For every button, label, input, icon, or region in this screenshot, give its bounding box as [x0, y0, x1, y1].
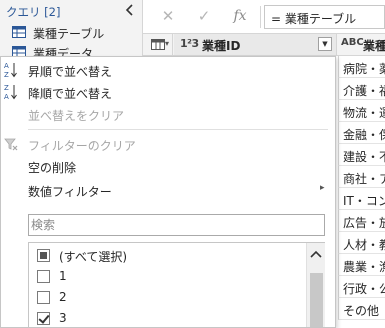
submenu-arrow-icon: ▸: [320, 183, 325, 193]
table-icon: [151, 39, 165, 50]
svg-text:Z: Z: [4, 71, 9, 79]
filter-value-list: (すべて選択) 1 2 3: [28, 242, 325, 327]
value-item[interactable]: 2: [37, 288, 287, 308]
value-item[interactable]: 1: [37, 267, 287, 287]
select-all-checkbox[interactable]: [37, 249, 50, 262]
sort-ascending-icon: A Z: [4, 62, 17, 79]
queries-title: クエリ [2]: [6, 5, 61, 19]
chevron-down-icon: ▾: [165, 39, 170, 48]
column-2-cells: 病院・薬 介護・福 物流・運 金融・保 建設・不 商社・ア IT・コンピ 広告・…: [338, 56, 385, 320]
table-cell[interactable]: その他: [338, 298, 385, 320]
value-label: 3: [59, 311, 67, 325]
value-checkbox[interactable]: [37, 312, 50, 325]
value-list-scrollbar[interactable]: [306, 243, 325, 327]
cancel-formula-icon[interactable]: ✕: [155, 5, 181, 27]
menu-item-label: フィルターのクリア: [28, 139, 136, 153]
table-cell[interactable]: 建設・不: [338, 144, 385, 166]
value-label: 1: [59, 269, 67, 283]
table-cell[interactable]: 金融・保: [338, 122, 385, 144]
table-cell[interactable]: 介護・福: [338, 78, 385, 100]
filter-search-box[interactable]: [28, 214, 325, 236]
menu-item-label: 数値フィルター: [28, 185, 112, 199]
table-cell[interactable]: 行政・公: [338, 276, 385, 298]
value-checkbox[interactable]: [37, 270, 50, 283]
value-label: 2: [59, 290, 67, 304]
value-checkbox[interactable]: [37, 291, 50, 304]
value-select-all[interactable]: (すべて選択): [37, 246, 287, 266]
formula-text: = 業種テーブル: [271, 12, 357, 26]
column-name: 業種: [363, 39, 385, 53]
query-item-label: 業種テーブル: [33, 27, 105, 41]
column-filter-menu: A Z 昇順で並べ替え Z A 降順で並べ替え 並べ替えをクリア フィルターのク…: [0, 56, 336, 328]
filter-dropdown-button[interactable]: ▼: [318, 37, 332, 51]
formula-input[interactable]: = 業種テーブル: [264, 5, 385, 29]
menu-item-label: 空の削除: [28, 161, 77, 175]
table-cell[interactable]: 農業・漁: [338, 254, 385, 276]
table-cell[interactable]: 商社・ア: [338, 166, 385, 188]
menu-sort-ascending[interactable]: A Z 昇順で並べ替え: [1, 59, 335, 81]
whole-number-type-icon[interactable]: 1²3: [180, 37, 199, 50]
table-cell[interactable]: 病院・薬: [338, 56, 385, 78]
value-label: (すべて選択): [59, 250, 128, 264]
svg-text:A: A: [4, 93, 9, 101]
query-item-business-table[interactable]: 業種テーブル: [0, 22, 143, 42]
scroll-up-icon[interactable]: [310, 249, 322, 259]
svg-text:A: A: [4, 62, 9, 70]
table-cell[interactable]: 人材・教: [338, 232, 385, 254]
column-name: 業種ID: [202, 39, 241, 53]
menu-clear-filter[interactable]: フィルターのクリア: [1, 133, 335, 155]
table-icon: [12, 26, 26, 38]
sort-descending-icon: Z A: [4, 84, 17, 101]
table-cell[interactable]: 物流・運: [338, 100, 385, 122]
filter-search-input[interactable]: [31, 217, 321, 233]
divider: [260, 6, 261, 28]
table-cell[interactable]: 広告・放: [338, 210, 385, 232]
menu-sort-descending[interactable]: Z A 降順で並べ替え: [1, 81, 335, 103]
fx-icon[interactable]: fx: [227, 5, 253, 27]
menu-remove-empty[interactable]: 空の削除: [1, 155, 335, 177]
menu-number-filters[interactable]: 数値フィルター ▸: [1, 179, 335, 201]
svg-text:Z: Z: [4, 84, 9, 92]
table-cell[interactable]: IT・コンピ: [338, 188, 385, 210]
column-header-row: ▾ 1²3 業種ID ▼ ABC 業種: [143, 34, 385, 56]
menu-item-label: 並べ替えをクリア: [28, 109, 125, 123]
menu-clear-sort[interactable]: 並べ替えをクリア: [1, 103, 335, 125]
scroll-thumb[interactable]: [310, 273, 323, 327]
queries-header: クエリ [2]: [0, 0, 143, 22]
menu-separator: [28, 129, 328, 130]
column-header-business[interactable]: ABC 業種: [338, 34, 385, 55]
table-menu-button[interactable]: ▾: [143, 34, 173, 55]
text-type-icon[interactable]: ABC: [341, 37, 364, 48]
formula-bar: ✕ ✓ fx = 業種テーブル: [143, 0, 385, 34]
confirm-formula-icon[interactable]: ✓: [191, 5, 217, 27]
menu-item-label: 降順で並べ替え: [28, 87, 113, 101]
value-item[interactable]: 3: [37, 309, 287, 327]
menu-item-label: 昇順で並べ替え: [28, 65, 113, 79]
column-header-business-id[interactable]: 1²3 業種ID ▼: [174, 34, 337, 55]
collapse-chevron-icon[interactable]: [123, 2, 137, 18]
clear-filter-icon: [4, 138, 18, 151]
